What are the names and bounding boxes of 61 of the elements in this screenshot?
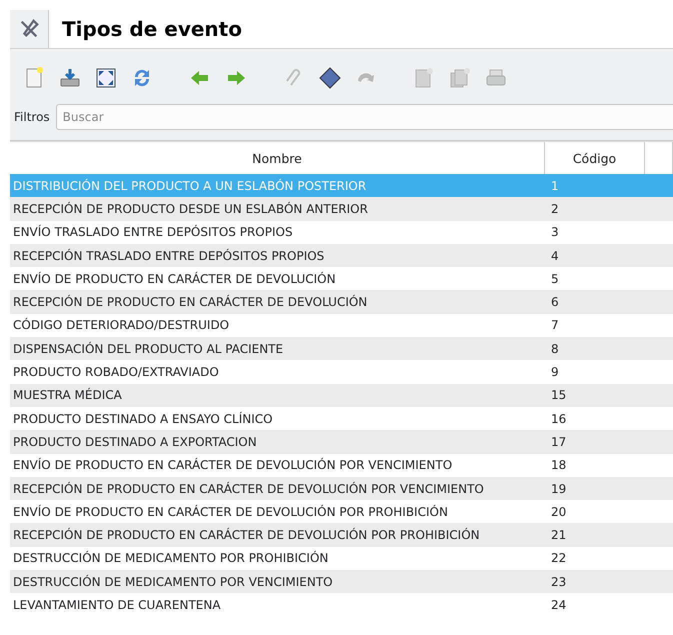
table-row[interactable]: ENVÍO TRASLADO ENTRE DEPÓSITOS PROPIOS 3 [10,220,673,244]
table-cell-text: PRODUCTO DESTINADO A EXPORTACION [12,434,258,449]
table-cell-text: 24 [550,598,568,612]
table-cell-text: 4 [550,248,560,263]
table-cell-text: CÓDIGO DETERIORADO/DESTRUIDO [12,318,230,332]
table-cell-text: 5 [550,272,560,286]
table-cell-text: 6 [550,295,560,310]
table-cell-text: 1 [550,178,560,193]
table-row[interactable]: RECEPCIÓN DE PRODUCTO EN CARÁCTER DE DEVOLUCIÓN POR VENCIMIENTO 19 [10,476,673,500]
table-cell-text: 16 [550,412,568,426]
table-cell-text: ENVÍO DE PRODUCTO EN CARÁCTER DE DEVOLUCIÓN POR VENCIMIENTO [12,458,454,472]
table-row[interactable]: RECEPCIÓN DE PRODUCTO EN CARÁCTER DE DEVOLUCIÓN POR PROHIBICIÓN 21 [10,523,673,547]
table-cell-text: 23 [550,574,568,589]
expand-icon[interactable] [94,66,118,90]
table-cell-text: 20 [550,504,568,519]
table-row[interactable]: DISPENSACIÓN DEL PRODUCTO AL PACIENTE 8 [10,337,673,360]
table-row[interactable]: ENVÍO DE PRODUCTO EN CARÁCTER DE DEVOLUCIÓN 5 [10,267,673,290]
table-cell-text: 2 [550,202,560,216]
table-row[interactable]: LEVANTAMIENTO DE CUARENTENA 24 [10,593,673,617]
table-cell-text: MUESTRA MÉDICA [12,388,123,402]
table-row[interactable]: ENVÍO DE PRODUCTO EN CARÁCTER DE DEVOLUCIÓN POR VENCIMIENTO 18 [10,454,673,477]
table-cell-text: PRODUCTO DESTINADO A ENSAYO CLÍNICO [12,412,274,426]
table-cell-text: 3 [550,225,560,240]
table-cell-text: ENVÍO TRASLADO ENTRE DEPÓSITOS PROPIOS [12,225,294,240]
table-cell-text: PRODUCTO ROBADO/EXTRAVIADO [12,365,220,380]
table-cell-text: 7 [550,318,560,332]
table-cell-text: RECEPCIÓN DE PRODUCTO EN CARÁCTER DE DEVOLUCIÓN POR VENCIMIENTO [12,482,485,496]
table-row[interactable]: PRODUCTO ROBADO/EXTRAVIADO 9 [10,360,673,384]
table-row[interactable]: DESTRUCCIÓN DE MEDICAMENTO POR PROHIBICIÓN 22 [10,546,673,570]
table-row[interactable]: CÓDIGO DETERIORADO/DESTRUIDO 7 [10,314,673,338]
table-cell-text: DISTRIBUCIÓN DEL PRODUCTO A UN ESLABÓN POSTERIOR [12,178,368,193]
table-row[interactable]: MUESTRA MÉDICA 15 [10,384,673,407]
table-cell-text: LEVANTAMIENTO DE CUARENTENA [12,598,222,612]
table-cell-text: DISPENSACIÓN DEL PRODUCTO AL PACIENTE [12,342,284,356]
table-cell-text: 17 [550,434,568,449]
table-row[interactable]: RECEPCIÓN TRASLADO ENTRE DEPÓSITOS PROPIOS 4 [10,244,673,268]
table-row[interactable]: PRODUCTO DESTINADO A EXPORTACION 17 [10,430,673,454]
table-cell-text: 18 [550,458,568,472]
table-row[interactable]: RECEPCIÓN DE PRODUCTO EN CARÁCTER DE DEVOLUCIÓN 6 [10,290,673,314]
table-cell-text: 21 [550,528,568,542]
table-row[interactable]: RECEPCIÓN DE PRODUCTO DESDE UN ESLABÓN ANTERIOR 2 [10,197,673,221]
filter-label: Filtros [14,110,50,124]
table-cell-text: RECEPCIÓN DE PRODUCTO EN CARÁCTER DE DEVOLUCIÓN POR PROHIBICIÓN [12,528,481,542]
table-row[interactable]: ENVÍO DE PRODUCTO EN CARÁCTER DE DEVOLUCIÓN POR PROHIBICIÓN 20 [10,500,673,524]
search-field[interactable]: Buscar [56,104,673,130]
window-title: Tipos de evento [49,10,673,48]
table-cell-text: 19 [550,482,568,496]
table-cell-text: RECEPCIÓN DE PRODUCTO EN CARÁCTER DE DEVOLUCIÓN [12,295,368,310]
table-cell-text: DESTRUCCIÓN DE MEDICAMENTO POR PROHIBICIÓN [12,551,330,566]
table-cell-text: 8 [550,342,560,356]
table-cell-text: 22 [550,551,568,566]
table-cell-text: ENVÍO DE PRODUCTO EN CARÁCTER DE DEVOLUCIÓN POR PROHIBICIÓN [12,504,449,519]
table-cell-text: DESTRUCCIÓN DE MEDICAMENTO POR VENCIMIENTO [12,574,334,589]
table-cell-text: RECEPCIÓN TRASLADO ENTRE DEPÓSITOS PROPIOS [12,248,326,263]
diamond-icon[interactable] [318,66,342,90]
table-cell-text: 9 [550,365,560,380]
table-cell-text: 15 [550,388,568,402]
table-cell-text: ENVÍO DE PRODUCTO EN CARÁCTER DE DEVOLUCIÓN [12,272,337,286]
table-row[interactable]: DESTRUCCIÓN DE MEDICAMENTO POR VENCIMIENTO 23 [10,570,673,594]
table-row[interactable]: PRODUCTO DESTINADO A ENSAYO CLÍNICO 16 [10,406,673,430]
table-cell-text: RECEPCIÓN DE PRODUCTO DESDE UN ESLABÓN ANTERIOR [12,202,369,216]
